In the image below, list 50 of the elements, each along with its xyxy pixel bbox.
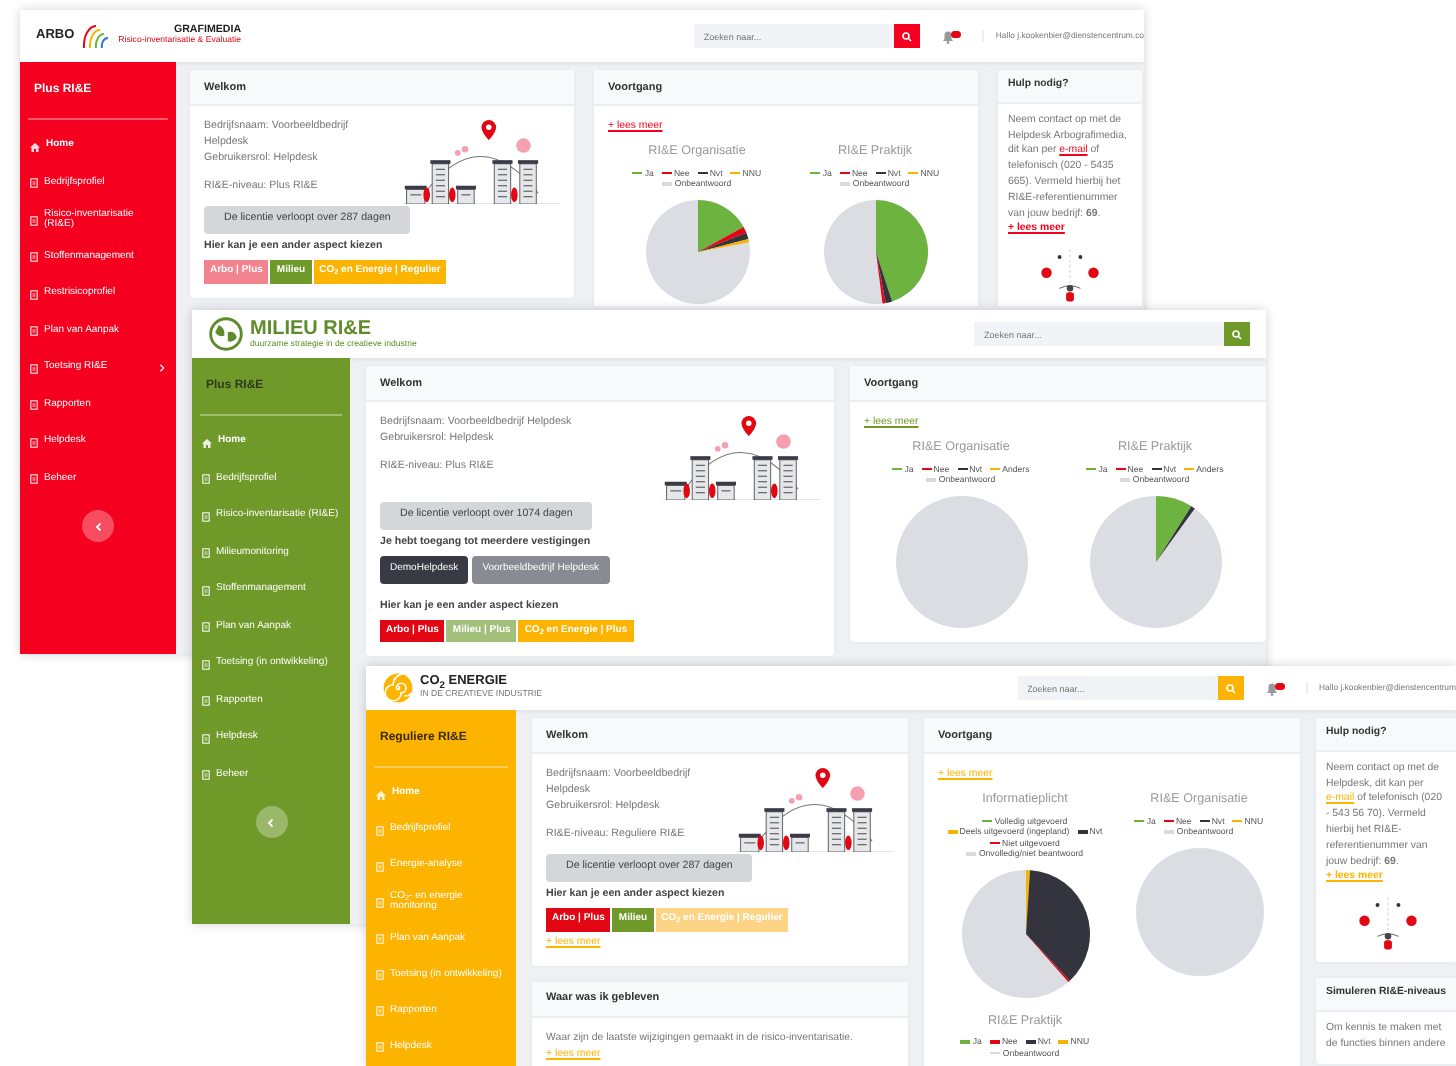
page-icon — [376, 897, 384, 908]
page-icon — [202, 474, 210, 485]
page-icon — [30, 474, 38, 485]
search-icon — [1232, 329, 1242, 339]
chevron-left-icon — [266, 817, 276, 827]
search-button[interactable] — [1217, 676, 1243, 700]
page-icon — [30, 215, 38, 226]
page-icon — [30, 326, 38, 337]
page-icon — [376, 934, 384, 945]
page-icon — [30, 252, 38, 263]
logo-text: MILIEU RI&E — [250, 319, 374, 340]
pie-chart — [961, 869, 1089, 998]
bell-icon[interactable] — [939, 29, 962, 43]
page-icon — [376, 1006, 384, 1017]
bell-icon[interactable] — [1263, 681, 1285, 695]
page-icon — [376, 825, 384, 836]
page-icon — [202, 733, 210, 744]
search-button[interactable] — [893, 24, 920, 48]
home-icon — [30, 141, 40, 152]
page-icon — [202, 659, 210, 670]
pie-chart — [895, 495, 1027, 628]
page-icon — [376, 970, 384, 981]
page-icon — [30, 178, 38, 189]
search-icon — [901, 31, 912, 41]
pie-chart — [645, 199, 749, 304]
page-icon — [202, 585, 210, 596]
search-button[interactable] — [1224, 322, 1250, 346]
home-icon — [202, 437, 212, 448]
page-icon — [376, 861, 384, 872]
page-icon — [202, 770, 210, 781]
page-icon — [30, 289, 38, 300]
page-icon — [202, 622, 210, 633]
page-icon — [30, 437, 38, 448]
page-icon — [30, 363, 38, 374]
pie-chart — [823, 199, 927, 304]
collapse-button[interactable] — [82, 510, 114, 542]
page-icon — [30, 400, 38, 411]
globe-logo-icon — [208, 316, 244, 352]
page-icon — [202, 548, 210, 559]
page-icon — [376, 1042, 384, 1053]
arcs-logo-icon — [80, 24, 113, 48]
page-icon — [202, 696, 210, 707]
search-icon — [1225, 683, 1235, 693]
page-icon — [202, 511, 210, 522]
home-icon — [376, 789, 386, 800]
pie-chart — [1135, 847, 1263, 976]
collapse-button[interactable] — [255, 806, 287, 838]
chevron-left-icon — [93, 521, 103, 531]
spiral-logo-icon — [382, 672, 414, 704]
pie-chart — [1089, 495, 1221, 628]
